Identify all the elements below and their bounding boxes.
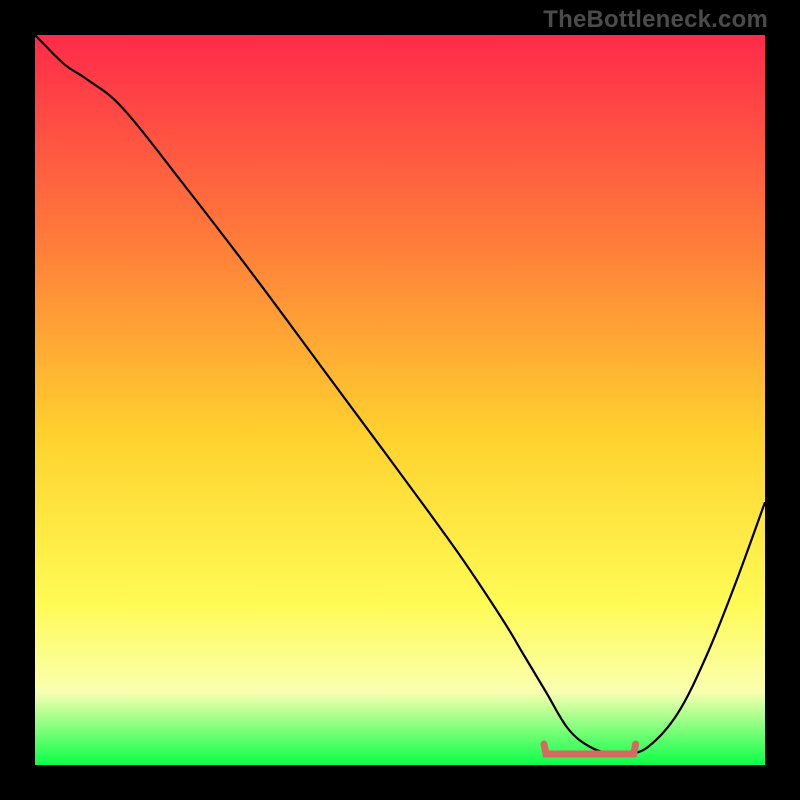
plot-area xyxy=(35,35,765,765)
chart-svg xyxy=(35,35,765,765)
watermark-text: TheBottleneck.com xyxy=(543,6,768,34)
chart-frame: TheBottleneck.com xyxy=(0,0,800,800)
gradient-background xyxy=(35,35,765,765)
